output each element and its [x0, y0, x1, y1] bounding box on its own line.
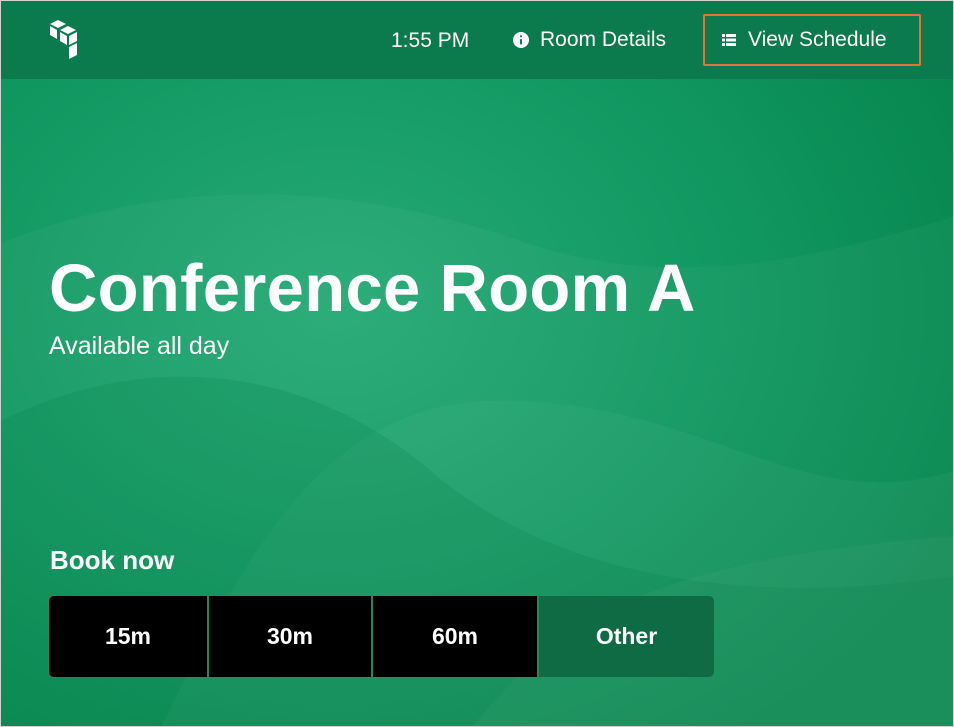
- room-display-screen: 1:55 PM Room Details View Schedule Confe…: [0, 0, 954, 727]
- book-30m-button[interactable]: 30m: [207, 596, 371, 677]
- room-status-panel: Conference Room A Available all day: [49, 249, 696, 361]
- book-now-title: Book now: [50, 545, 175, 575]
- room-details-label: Room Details: [540, 28, 667, 51]
- availability-status: Available all day: [49, 332, 230, 360]
- info-circle-icon: [513, 32, 529, 48]
- top-bar: 1:55 PM Room Details View Schedule: [1, 1, 953, 79]
- book-60m-button[interactable]: 60m: [371, 596, 537, 677]
- list-icon: [722, 34, 736, 46]
- book-15m-button[interactable]: 15m: [49, 596, 207, 677]
- view-schedule-label: View Schedule: [748, 28, 887, 51]
- current-time: 1:55 PM: [391, 29, 470, 52]
- view-schedule-button[interactable]: View Schedule: [703, 14, 921, 66]
- room-details-button[interactable]: Room Details: [505, 14, 674, 66]
- stacked-cubes-logo: [50, 20, 77, 59]
- booking-duration-options: 15m 30m 60m Other: [49, 596, 714, 677]
- book-other-button[interactable]: Other: [537, 596, 714, 677]
- room-name: Conference Room A: [49, 251, 696, 326]
